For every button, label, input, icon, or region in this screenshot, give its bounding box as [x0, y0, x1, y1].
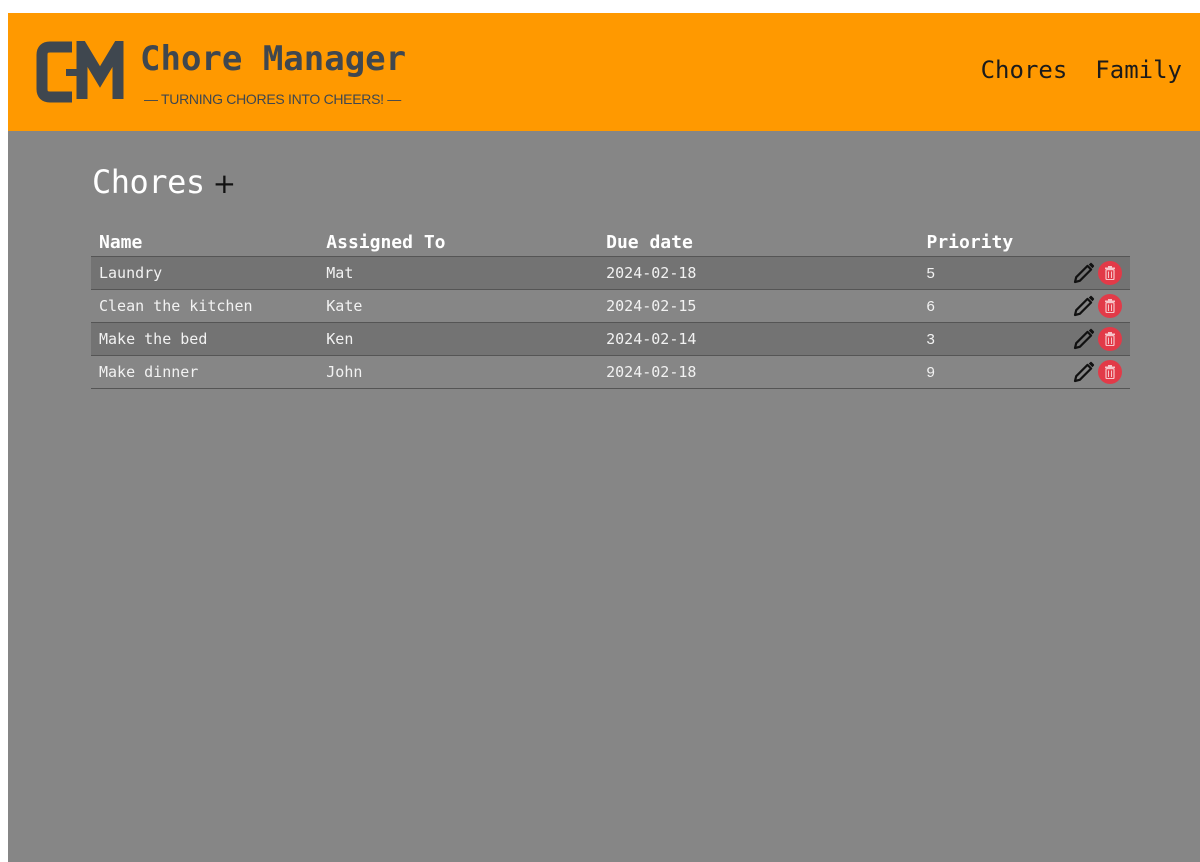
trash-icon[interactable]	[1098, 327, 1122, 351]
table-row: Clean the kitchen Kate 2024-02-15 6	[91, 289, 1130, 323]
table-row: Laundry Mat 2024-02-18 5	[91, 256, 1130, 290]
pencil-icon[interactable]	[1072, 360, 1096, 384]
chore-name-cell: Make the bed	[91, 322, 319, 356]
priority-cell: 3	[918, 322, 1064, 356]
brand-tagline: — TURNING CHORES INTO CHEERS! —	[144, 91, 401, 107]
due-date-cell: 2024-02-18	[598, 256, 919, 290]
assigned-to-cell: Mat	[318, 256, 599, 290]
row-actions	[1064, 289, 1130, 323]
trash-icon[interactable]	[1098, 360, 1122, 384]
priority-cell: 5	[918, 256, 1064, 290]
column-header-assigned-to: Assigned To	[318, 226, 599, 257]
due-date-cell: 2024-02-14	[598, 322, 919, 356]
brand-title: Chore Manager	[140, 39, 407, 79]
pencil-icon[interactable]	[1072, 327, 1096, 351]
page-heading: Chores +	[92, 163, 236, 201]
trash-icon[interactable]	[1098, 294, 1122, 318]
chore-manager-logo	[36, 41, 124, 103]
row-actions	[1064, 355, 1130, 389]
nav-chores-link[interactable]: Chores	[981, 56, 1068, 84]
add-chore-icon[interactable]: +	[213, 170, 236, 198]
pencil-icon[interactable]	[1072, 294, 1096, 318]
table-row: Make dinner John 2024-02-18 9	[91, 355, 1130, 389]
chores-table: Name Assigned To Due date Priority Laund…	[91, 226, 1130, 389]
table-header-row: Name Assigned To Due date Priority	[91, 226, 1130, 257]
due-date-cell: 2024-02-15	[598, 289, 919, 323]
chore-name-cell: Clean the kitchen	[91, 289, 319, 323]
chore-name-cell: Make dinner	[91, 355, 319, 389]
due-date-cell: 2024-02-18	[598, 355, 919, 389]
page-title: Chores	[92, 163, 205, 201]
app-window: Chore Manager — TURNING CHORES INTO CHEE…	[8, 13, 1200, 862]
assigned-to-cell: John	[318, 355, 599, 389]
row-actions	[1064, 322, 1130, 356]
column-header-due-date: Due date	[598, 226, 919, 257]
column-header-name: Name	[91, 226, 319, 257]
row-actions	[1064, 256, 1130, 290]
priority-cell: 6	[918, 289, 1064, 323]
chore-name-cell: Laundry	[91, 256, 319, 290]
nav-family-link[interactable]: Family	[1095, 56, 1182, 84]
column-header-actions	[1064, 226, 1130, 257]
top-header: Chore Manager — TURNING CHORES INTO CHEE…	[8, 13, 1200, 131]
pencil-icon[interactable]	[1072, 261, 1096, 285]
column-header-priority: Priority	[918, 226, 1064, 257]
table-row: Make the bed Ken 2024-02-14 3	[91, 322, 1130, 356]
main-nav: Chores Family	[981, 56, 1182, 84]
assigned-to-cell: Kate	[318, 289, 599, 323]
priority-cell: 9	[918, 355, 1064, 389]
assigned-to-cell: Ken	[318, 322, 599, 356]
trash-icon[interactable]	[1098, 261, 1122, 285]
